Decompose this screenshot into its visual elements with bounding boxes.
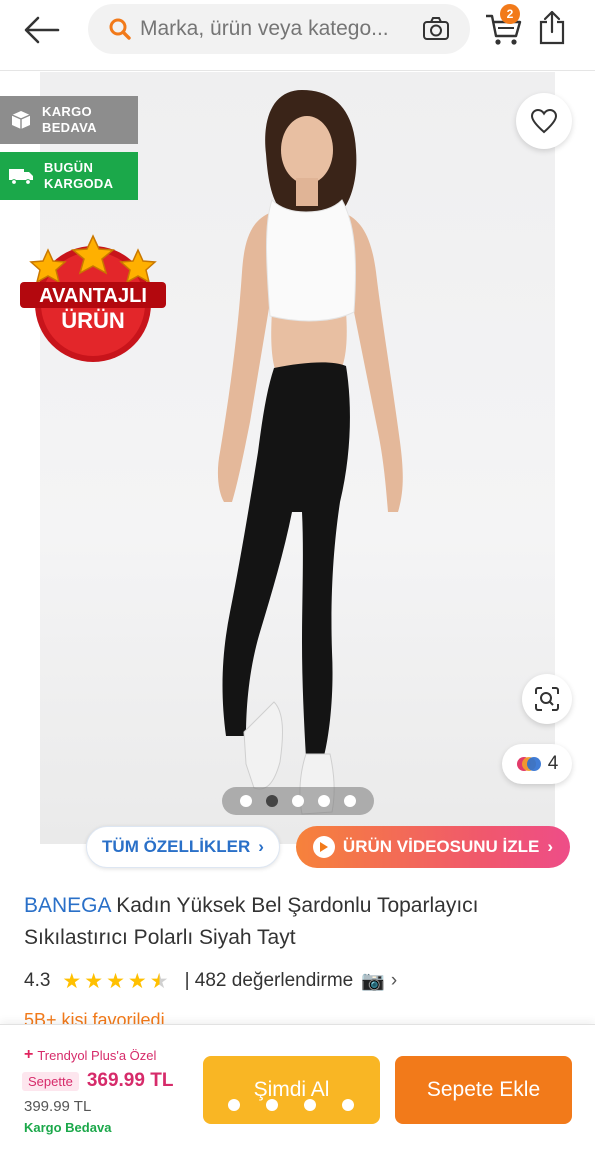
color-variants-button[interactable]: 4 [502, 744, 572, 784]
rating-row[interactable]: 4.3 ★ ★ ★ ★ ★ | 482 değerlendirme 📷 › [24, 966, 397, 996]
plus-icon: + [24, 1046, 34, 1063]
pagination-dot[interactable] [318, 795, 330, 807]
search-bar[interactable] [88, 4, 470, 54]
star-icon: ★ [84, 969, 104, 993]
visual-search-button[interactable] [522, 674, 572, 724]
lens-icon [535, 687, 559, 711]
star-icon: ★ [106, 969, 125, 993]
badge-label: KARGO [42, 104, 92, 119]
pagination-dot[interactable] [240, 795, 252, 807]
product-title: BANEGA Kadın Yüksek Bel Şardonlu Toparla… [24, 890, 572, 954]
cart-price-row: Sepette 369.99 TL [22, 1070, 173, 1092]
color-count: 4 [547, 753, 559, 774]
watch-video-button[interactable]: ÜRÜN VİDEOSUNU İZLE › [296, 826, 570, 868]
play-icon [312, 836, 335, 858]
rating-value: 4.3 [24, 970, 51, 991]
half-star-icon: ★ [149, 969, 169, 993]
chevron-right-icon: › [258, 837, 264, 856]
add-to-cart-label: Sepete Ekle [426, 1078, 541, 1101]
chevron-right-icon: › [390, 970, 398, 991]
share-icon[interactable] [537, 10, 567, 46]
chevron-right-icon: › [547, 837, 554, 856]
add-to-cart-button[interactable]: Sepete Ekle [395, 1056, 572, 1124]
favorite-button[interactable] [516, 93, 572, 149]
free-cargo-badge: KARGO BEDAVA [0, 96, 138, 144]
search-icon [109, 18, 131, 40]
ships-today-badge: BUGÜN KARGODA [0, 152, 138, 200]
heart-icon [530, 108, 558, 134]
cart-price: 369.99 TL [86, 1070, 174, 1091]
pagination-dot-active[interactable] [266, 795, 278, 807]
pagination-dot[interactable] [344, 795, 356, 807]
free-shipping-label: Kargo Bedava [24, 1120, 112, 1135]
header-divider [0, 70, 595, 71]
favorites-info: 5B+ kişi favoriledi [24, 1010, 165, 1024]
color-swatch-icon [516, 757, 541, 771]
badge-label: KARGODA [44, 176, 114, 191]
loading-dots [228, 1099, 392, 1111]
truck-icon [9, 169, 33, 185]
plus-offer-text: Trendyol Plus'a Özel [37, 1047, 157, 1063]
search-input[interactable] [140, 17, 422, 41]
star-icon: ★ [62, 969, 82, 993]
advantage-line1: AVANTAJLI [39, 285, 147, 307]
advantage-line2: ÜRÜN [61, 308, 125, 333]
buy-now-button[interactable]: Şimdi Al [203, 1056, 380, 1124]
badge-label: BEDAVA [42, 120, 97, 135]
image-pagination[interactable] [222, 787, 374, 815]
review-count: | 482 değerlendirme [184, 970, 354, 991]
star-icon: ★ [127, 969, 147, 993]
badge-label: BUGÜN [44, 160, 94, 175]
regular-price: 399.99 TL [24, 1098, 92, 1115]
brand-link[interactable]: BANEGA [24, 894, 110, 917]
pagination-dot[interactable] [292, 795, 304, 807]
advantage-product-badge: AVANTAJLI ÜRÜN [20, 234, 166, 362]
in-cart-tag: Sepette [22, 1071, 79, 1091]
all-features-label: TÜM ÖZELLİKLER [102, 837, 251, 856]
camera-icon: 📷 [361, 971, 385, 992]
cart-count-badge: 2 [500, 4, 520, 24]
camera-search-icon[interactable] [422, 16, 450, 42]
plus-offer-label: + Trendyol Plus'a Özel [24, 1046, 156, 1064]
rating-stars: ★ ★ ★ ★ ★ [62, 971, 168, 992]
back-arrow-icon[interactable] [22, 12, 62, 48]
watch-video-label: ÜRÜN VİDEOSUNU İZLE [342, 837, 540, 856]
box-icon [11, 111, 31, 129]
all-features-button[interactable]: TÜM ÖZELLİKLER › [86, 826, 280, 868]
